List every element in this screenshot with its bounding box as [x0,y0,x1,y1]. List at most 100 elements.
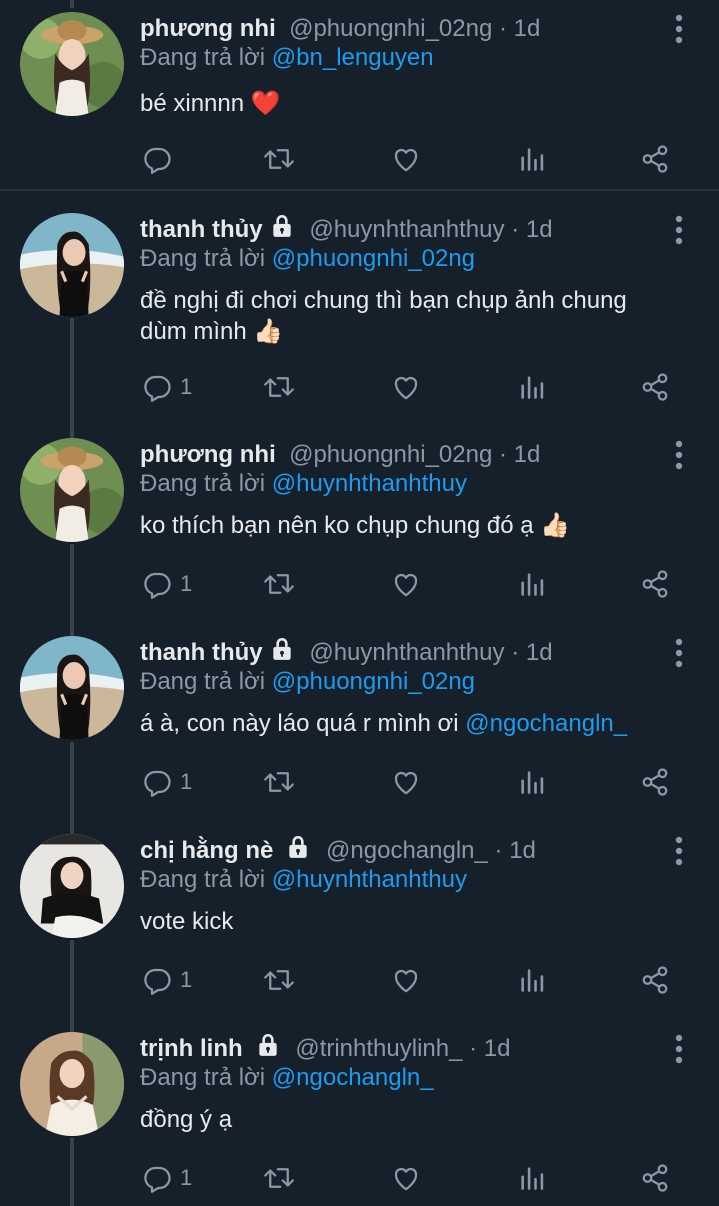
share-button[interactable] [640,767,670,797]
like-button[interactable] [390,569,422,599]
tweet-header: trịnh linh @trinhthuylinh_ · 1d [140,1032,510,1066]
tweet-text-body: đề nghị đi chơi chung thì bạn chụp ảnh c… [140,287,627,345]
username[interactable]: @ngochangln_ [326,837,488,864]
views-button[interactable] [518,372,546,402]
more-options-icon[interactable] [675,638,683,668]
timestamp[interactable]: · 1d [469,1035,510,1062]
share-button[interactable] [640,965,670,995]
avatar[interactable] [20,1032,124,1136]
share-icon [642,768,668,796]
heart-icon [394,376,418,400]
views-icon [521,148,544,171]
retweet-button[interactable] [262,965,296,995]
timestamp[interactable]: · 1d [495,837,536,864]
tweet-actions: 1 [140,1163,680,1193]
tweet-actions [140,144,680,174]
avatar[interactable] [20,636,124,740]
avatar[interactable] [20,213,124,317]
more-options-icon[interactable] [675,836,683,866]
display-name[interactable]: chị hằng nè [140,837,273,864]
retweet-button[interactable] [262,569,296,599]
display-name[interactable]: trịnh linh [140,1035,243,1062]
tweet[interactable]: trịnh linh @trinhthuylinh_ · 1d Đang trả… [0,1032,719,1206]
reply-icon [144,1166,171,1193]
avatar[interactable] [20,438,124,542]
retweet-icon [264,377,294,397]
reply-mention-link[interactable]: @huynhthanhthuy [272,866,467,893]
username[interactable]: @phuongnhi_02ng [289,441,492,468]
reply-count: 1 [180,374,193,399]
tweet[interactable]: phương nhi @phuongnhi_02ng · 1d Đang trả… [0,438,719,628]
reply-button[interactable]: 1 [142,569,192,599]
timestamp[interactable]: · 1d [499,15,540,42]
tweet-text: á à, con này láo quá r mình ơi @ngochang… [140,708,680,739]
username[interactable]: @huynhthanhthuy [309,216,504,243]
display-name[interactable]: phương nhi [140,441,276,468]
share-icon [642,145,668,173]
tweet[interactable]: thanh thủy @huynhthanhthuy · 1d Đang trả… [0,636,719,826]
display-name[interactable]: thanh thủy [140,639,263,666]
views-button[interactable] [518,144,546,174]
more-options-icon[interactable] [675,14,683,44]
reply-button[interactable]: 1 [142,372,192,402]
more-options-icon[interactable] [675,215,683,245]
views-button[interactable] [518,1163,546,1193]
tweet-text-body: vote kick [140,908,234,935]
avatar[interactable] [20,12,124,116]
like-button[interactable] [390,144,422,174]
text-mention-link[interactable]: @ngochangln_ [465,710,627,737]
tweet[interactable]: thanh thủy @huynhthanhthuy · 1d Đang trả… [0,213,719,425]
views-icon [521,573,544,596]
share-button[interactable] [640,569,670,599]
reply-mention-link[interactable]: @phuongnhi_02ng [272,668,475,695]
username[interactable]: @phuongnhi_02ng [289,15,492,42]
retweet-button[interactable] [262,1163,296,1193]
reply-mention-link[interactable]: @bn_lenguyen [272,44,434,71]
reply-mention-link[interactable]: @ngochangln_ [272,1064,434,1091]
timestamp[interactable]: · 1d [499,441,540,468]
more-options-icon[interactable] [675,440,683,470]
username[interactable]: @huynhthanhthuy [309,639,504,666]
like-button[interactable] [390,372,422,402]
views-button[interactable] [518,767,546,797]
views-button[interactable] [518,965,546,995]
reply-button[interactable]: 1 [142,965,192,995]
share-icon [642,1164,668,1192]
display-name[interactable]: phương nhi [140,15,276,42]
retweet-icon [264,1168,294,1188]
like-button[interactable] [390,767,422,797]
like-button[interactable] [390,965,422,995]
retweet-button[interactable] [262,372,296,402]
reply-mention-link[interactable]: @phuongnhi_02ng [272,245,475,272]
more-options-icon[interactable] [675,1034,683,1064]
reply-button[interactable] [142,144,172,174]
reply-button[interactable]: 1 [142,767,192,797]
display-name[interactable]: thanh thủy [140,216,263,243]
replying-to-label: Đang trả lời [140,470,266,497]
replying-to-label: Đang trả lời [140,866,266,893]
reply-button[interactable]: 1 [142,1163,192,1193]
thumbs-up-emoji: 👍🏻 [540,512,571,539]
timestamp[interactable]: · 1d [511,639,552,666]
tweet[interactable]: chị hằng nè @ngochangln_ · 1d Đang trả l… [0,834,719,1024]
retweet-button[interactable] [262,144,296,174]
like-button[interactable] [390,1163,422,1193]
replying-to: Đang trả lời @bn_lenguyen [140,44,434,72]
replying-to: Đang trả lời @phuongnhi_02ng [140,668,475,696]
retweet-icon [264,149,294,169]
avatar[interactable] [20,834,124,938]
views-button[interactable] [518,569,546,599]
tweet-header: thanh thủy @huynhthanhthuy · 1d [140,636,553,670]
replying-to: Đang trả lời @ngochangln_ [140,1064,434,1092]
reply-mention-link[interactable]: @huynhthanhthuy [272,470,467,497]
tweet-text: bé xinnnn ❤️ [140,88,680,119]
timestamp[interactable]: · 1d [511,216,552,243]
retweet-button[interactable] [262,767,296,797]
username[interactable]: @trinhthuylinh_ [295,1035,462,1062]
heart-icon [394,771,418,795]
share-button[interactable] [640,372,670,402]
share-button[interactable] [640,1163,670,1193]
views-icon [521,376,544,399]
share-button[interactable] [640,144,670,174]
tweet[interactable]: phương nhi @phuongnhi_02ng · 1d Đang trả… [0,12,719,187]
